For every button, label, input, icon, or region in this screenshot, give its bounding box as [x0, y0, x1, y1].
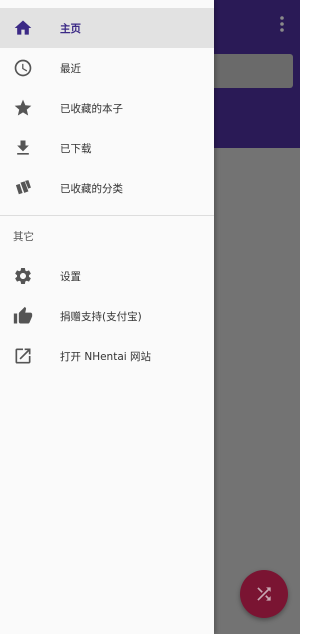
drawer-item-label: 已收藏的分类 — [60, 182, 123, 195]
drawer-item-label: 主页 — [60, 22, 81, 35]
thumbs-up-icon — [13, 306, 33, 326]
drawer-section-title: 其它 — [13, 230, 34, 243]
drawer-item-donate[interactable]: 捐赠支持(支付宝) — [0, 296, 214, 336]
drawer-item-favorite-tags[interactable]: 已收藏的分类 — [0, 168, 214, 208]
download-icon — [13, 138, 33, 158]
drawer-item-downloaded[interactable]: 已下载 — [0, 128, 214, 168]
app-screen: 主页 最近 已收藏的本子 已下载 已收藏的分类 其它 设置 捐赠支持(支付宝) … — [0, 0, 300, 634]
drawer-item-label: 设置 — [60, 270, 81, 283]
shuffle-icon — [257, 587, 271, 601]
drawer-item-label: 已收藏的本子 — [60, 102, 123, 115]
home-icon — [13, 18, 33, 38]
navigation-drawer: 主页 最近 已收藏的本子 已下载 已收藏的分类 其它 设置 捐赠支持(支付宝) … — [0, 0, 214, 634]
more-vert-icon[interactable] — [274, 14, 290, 34]
drawer-item-label: 最近 — [60, 62, 81, 75]
clock-icon — [13, 58, 33, 78]
drawer-item-settings[interactable]: 设置 — [0, 256, 214, 296]
open-in-new-icon — [13, 346, 33, 366]
drawer-item-label: 捐赠支持(支付宝) — [60, 310, 142, 323]
drawer-item-label: 打开 NHentai 网站 — [60, 350, 152, 363]
star-icon — [13, 98, 33, 118]
drawer-top-strip — [0, 0, 214, 8]
shuffle-fab[interactable] — [240, 570, 288, 618]
drawer-item-favorites[interactable]: 已收藏的本子 — [0, 88, 214, 128]
gear-icon — [13, 266, 33, 286]
drawer-item-label: 已下载 — [60, 142, 92, 155]
drawer-item-recent[interactable]: 最近 — [0, 48, 214, 88]
drawer-item-open-website[interactable]: 打开 NHentai 网站 — [0, 336, 214, 376]
drawer-item-home[interactable]: 主页 — [0, 8, 214, 48]
tags-icon — [13, 178, 33, 198]
